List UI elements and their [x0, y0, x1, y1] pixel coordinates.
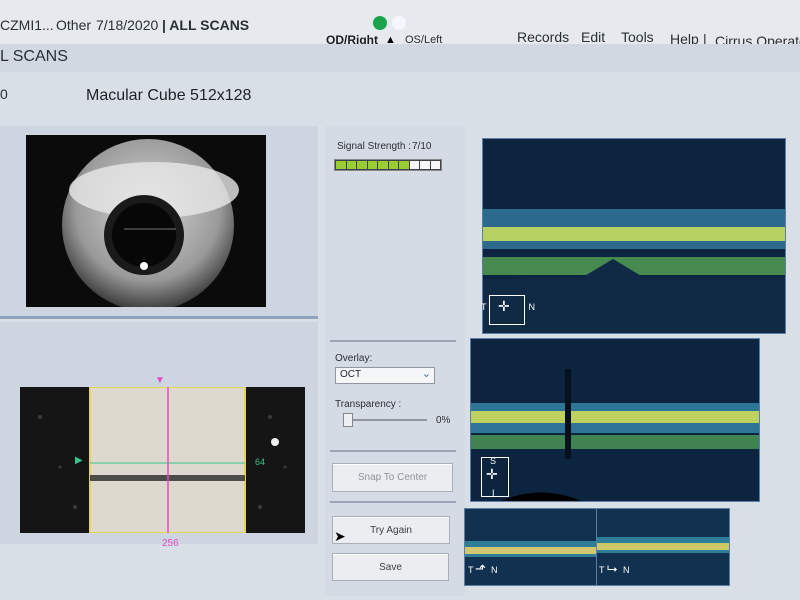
subheader-title: L SCANS — [0, 48, 68, 65]
signal-strength-meter — [334, 159, 442, 171]
oct-horizontal-bscan[interactable]: T N ✛ — [481, 138, 786, 334]
signal-segment — [357, 161, 367, 169]
snap-to-center-button[interactable]: Snap To Center — [332, 463, 453, 492]
subheader-bar: L SCANS — [0, 44, 800, 72]
overlay-select[interactable]: OCT ⌄ — [335, 367, 435, 384]
orient-n-label: N — [528, 302, 536, 312]
eye-image — [26, 135, 266, 311]
oct-vertical-bscan[interactable]: S I ✛ — [470, 338, 760, 502]
scan-title: Macular Cube 512x128 — [86, 87, 252, 104]
overlay-label: Overlay: — [335, 353, 373, 364]
section-title: | ALL SCANS — [162, 17, 250, 33]
signal-segment — [388, 161, 398, 169]
exam-date: 7/18/2020 — [96, 17, 159, 33]
panel-divider — [0, 316, 318, 319]
controls-divider-2 — [330, 450, 456, 452]
thumb-right-n-label: N — [623, 565, 630, 575]
scan-left-fragment: 0 — [0, 86, 8, 102]
menu-tools[interactable]: Tools — [621, 29, 654, 45]
controls-divider — [330, 340, 456, 342]
orientation-box-vertical: S I ✛ — [481, 456, 509, 498]
crosshair-icon: ✛ — [498, 298, 510, 314]
controls-divider-3 — [330, 501, 456, 503]
mouse-cursor-icon: ➤ — [334, 528, 346, 544]
vertical-axis-icon: ✛ — [486, 466, 498, 482]
os-status-icon — [392, 16, 406, 30]
try-again-button[interactable]: Try Again — [332, 516, 450, 544]
thumb-left-n-label: N — [491, 565, 498, 575]
thumb-left-arrow-icon: ⬏ — [475, 561, 486, 576]
save-button[interactable]: Save — [332, 553, 449, 581]
iris-camera-view — [26, 135, 266, 311]
signal-label: Signal Strength : — [337, 141, 411, 152]
orientation-box-horizontal: T N ✛ — [481, 295, 535, 325]
cirrus-scan-window: CZMI1... Other 7/18/2020 | ALL SCANS OD/… — [0, 0, 800, 600]
od-status-icon — [373, 16, 387, 30]
signal-segment — [346, 161, 356, 169]
transparency-value: 0% — [436, 415, 451, 426]
fundus-top-marker-icon[interactable]: ▼ — [155, 375, 165, 386]
transparency-slider-handle[interactable] — [343, 413, 353, 427]
signal-segment — [420, 161, 430, 169]
device-id: CZMI1... — [0, 17, 54, 33]
signal-segment — [336, 161, 346, 169]
signal-segment — [378, 161, 388, 169]
transparency-label: Transparency : — [335, 399, 402, 410]
eye-type: Other — [56, 17, 92, 33]
top-bar: CZMI1... Other 7/18/2020 | ALL SCANS OD/… — [0, 0, 800, 49]
fundus-bottom-marker: 256 — [162, 538, 179, 549]
signal-value: 7/10 — [412, 141, 432, 152]
fundus-left-marker-icon[interactable]: ▶ — [75, 455, 83, 466]
orient-i-label: I — [492, 488, 495, 498]
thumb-right-t-label: T — [599, 565, 605, 575]
transparency-slider-track[interactable] — [343, 419, 427, 421]
chevron-down-icon: ⌄ — [421, 368, 431, 380]
fundus-right-marker: 64 — [255, 457, 266, 467]
signal-segment — [409, 161, 419, 169]
oct-thumbnail-right[interactable]: T ⮡ N — [596, 508, 730, 586]
menu-edit[interactable]: Edit — [581, 29, 605, 45]
thumb-left-t-label: T — [468, 565, 474, 575]
signal-segment — [430, 161, 440, 169]
signal-segment — [399, 161, 409, 169]
menu-records[interactable]: Records — [517, 29, 569, 45]
thumb-right-arrow-icon: ⮡ — [607, 561, 618, 576]
overlay-selected-value: OCT — [340, 369, 362, 380]
oct-thumbnail-left[interactable]: T ⬏ N — [464, 508, 598, 586]
orient-t-label: T — [481, 302, 487, 312]
signal-segment — [367, 161, 377, 169]
orient-s-label: S — [490, 456, 497, 466]
